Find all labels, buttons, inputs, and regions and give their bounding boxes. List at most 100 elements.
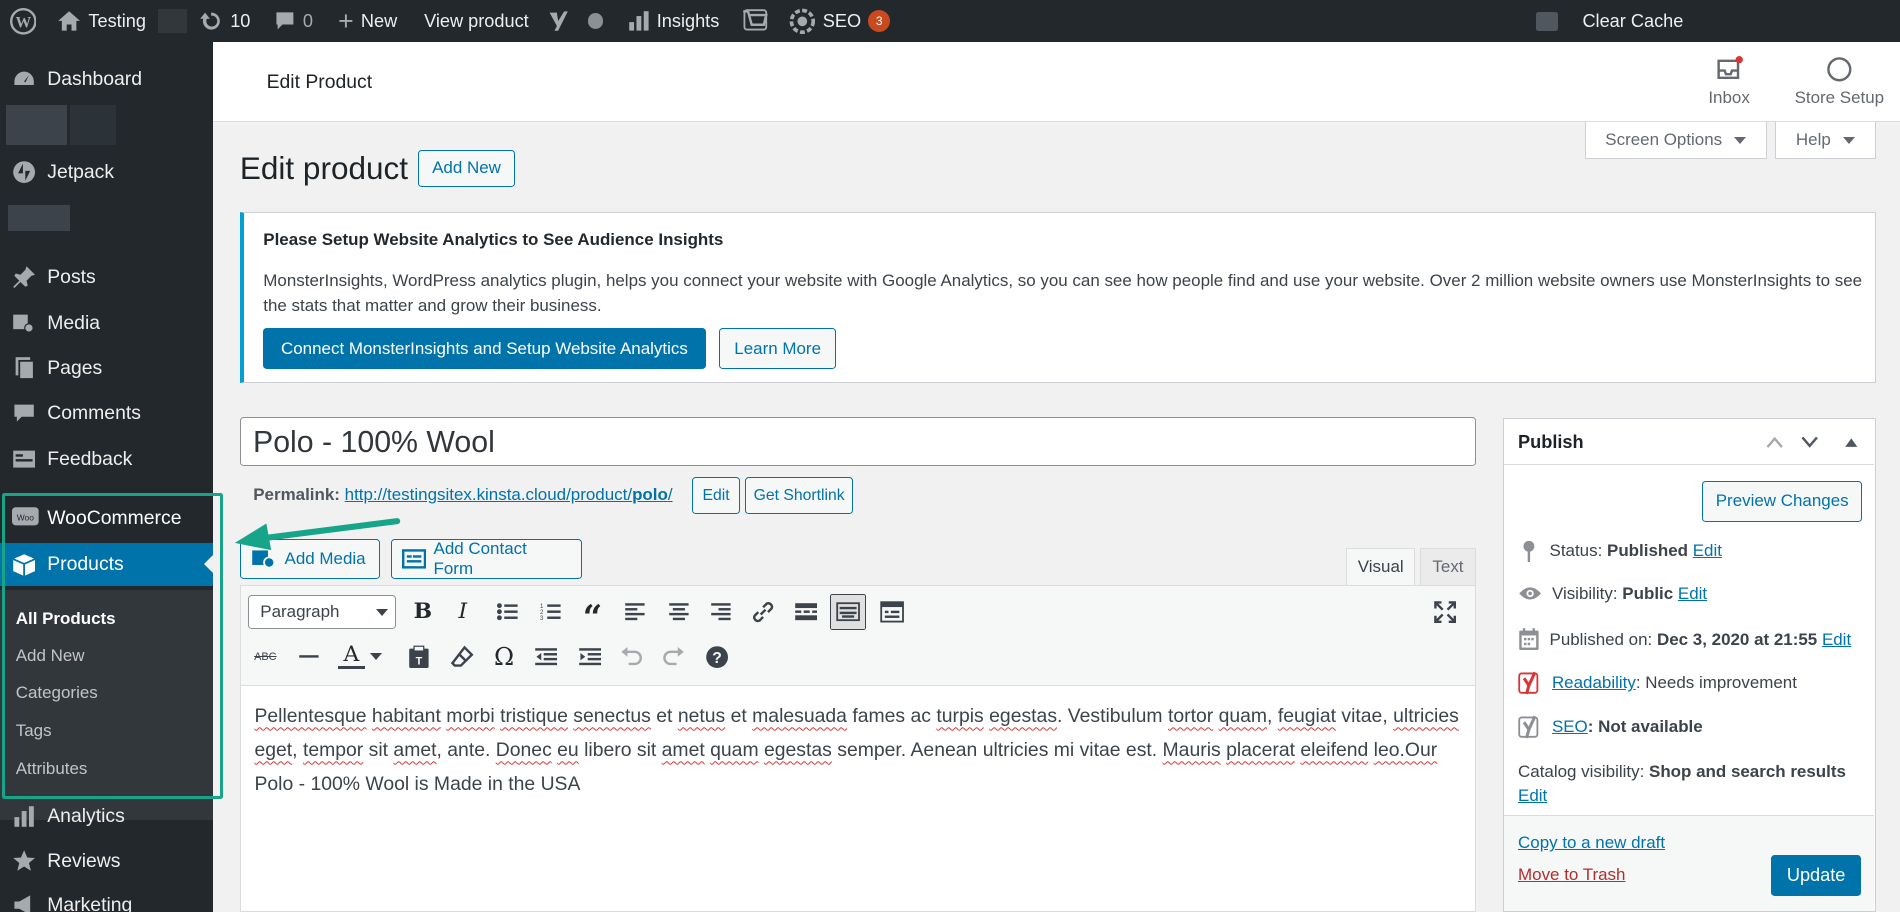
published-value: Dec 3, 2020 at 21:55	[1656, 629, 1818, 649]
numbered-list-button[interactable]: 123	[538, 599, 565, 626]
inbox-button[interactable]: Inbox	[1698, 55, 1761, 109]
editor-content[interactable]: Pellentesque habitant morbi tristique se…	[254, 700, 1460, 802]
insert-link-button[interactable]	[750, 599, 777, 626]
publish-actions: Copy to a new draft Move to Trash Update	[1503, 815, 1875, 911]
bulleted-list-button[interactable]	[494, 599, 521, 626]
pages-icon	[12, 356, 36, 381]
fullscreen-button[interactable]	[1432, 599, 1459, 626]
published-on-row: Published on: Dec 3, 2020 at 21:55 Edit	[1518, 627, 1851, 651]
bulleted-list-icon	[496, 603, 518, 621]
learn-more-button[interactable]: Learn More	[718, 328, 837, 370]
clear-cache-link[interactable]: Clear Cache	[1536, 0, 1683, 42]
edit-visibility-link[interactable]: Edit	[1678, 584, 1707, 603]
outdent-button[interactable]	[533, 643, 560, 670]
align-center-button[interactable]	[665, 599, 692, 626]
analytics-notice: Please Setup Website Analytics to See Au…	[239, 212, 1876, 383]
edit-catalog-link[interactable]: Edit	[1518, 786, 1547, 805]
sidebar-item-reviews[interactable]: Reviews	[0, 840, 213, 884]
add-contact-form-label: Add Contact Form	[433, 539, 527, 579]
misspelled-word: amet	[661, 739, 705, 762]
woo-cart-link[interactable]	[742, 0, 769, 42]
seo-menu[interactable]: SEO 3	[789, 0, 891, 42]
store-setup-button[interactable]: Store Setup	[1785, 56, 1894, 109]
copy-draft-link[interactable]: Copy to a new draft	[1518, 833, 1665, 853]
add-new-button[interactable]: Add New	[418, 150, 515, 187]
sidebar-item-feedback[interactable]: Feedback	[0, 437, 213, 481]
indent-button[interactable]	[577, 643, 604, 670]
keyboard-shortcuts-button[interactable]: ?	[704, 643, 731, 670]
yoast-menu[interactable]	[546, 0, 604, 42]
update-button[interactable]: Update	[1771, 855, 1861, 897]
add-contact-form-button[interactable]: Add Contact Form	[391, 539, 582, 580]
screen-options-button[interactable]: Screen Options	[1584, 122, 1767, 159]
new-content-link[interactable]: + New	[338, 0, 397, 42]
help-button[interactable]: Help	[1775, 122, 1876, 159]
seo-link[interactable]: SEO	[1552, 717, 1588, 736]
sidebar-item-analytics[interactable]: Analytics	[0, 795, 213, 839]
undo-button[interactable]	[618, 643, 645, 670]
tab-visual[interactable]: Visual	[1346, 547, 1416, 586]
preview-changes-button[interactable]: Preview Changes	[1702, 480, 1863, 522]
toolbar-toggle-button[interactable]	[830, 593, 867, 631]
edit-permalink-button[interactable]: Edit	[691, 477, 741, 514]
italic-button[interactable]: I	[450, 599, 477, 626]
bold-button[interactable]: B	[410, 599, 437, 626]
sidebar-item-marketing[interactable]: Marketing	[0, 883, 213, 912]
strikethrough-button[interactable]: ABC	[252, 643, 279, 670]
move-to-trash-link[interactable]: Move to Trash	[1518, 865, 1625, 885]
clear-cache-label: Clear Cache	[1582, 10, 1684, 31]
read-more-button[interactable]	[792, 599, 819, 626]
sidebar-item-posts[interactable]: Posts	[0, 256, 213, 300]
sidebar-item-jetpack[interactable]: Jetpack	[0, 150, 213, 194]
wordpress-logo-icon[interactable]: W	[9, 0, 37, 42]
link-icon	[753, 601, 774, 622]
fullscreen-icon	[1434, 600, 1457, 623]
form-icon	[879, 601, 904, 623]
redo-button[interactable]	[660, 643, 687, 670]
chevron-up-icon[interactable]	[1765, 435, 1784, 450]
comments-count: 0	[302, 10, 314, 31]
comments-link[interactable]: 0	[274, 0, 313, 42]
text-color-button[interactable]: A	[338, 642, 365, 669]
view-product-link[interactable]: View product	[424, 0, 529, 42]
read-more-icon	[794, 603, 817, 621]
permalink-url[interactable]: http://testingsitex.kinsta.cloud/product…	[345, 485, 673, 504]
clear-formatting-button[interactable]	[448, 643, 475, 670]
published-label: Published on:	[1549, 629, 1653, 649]
content-text: libero sit	[584, 739, 657, 762]
edit-date-link[interactable]: Edit	[1822, 630, 1851, 649]
content-text: , ante.	[436, 739, 491, 762]
view-product-label: View product	[424, 10, 529, 31]
chevron-down-icon[interactable]	[1800, 435, 1819, 450]
horizontal-line-button[interactable]	[296, 643, 323, 670]
eraser-icon	[450, 645, 474, 667]
product-title-input[interactable]: Polo - 100% Wool	[239, 416, 1476, 467]
tab-text[interactable]: Text	[1420, 547, 1476, 586]
caret-down-icon	[1734, 136, 1747, 144]
jetpack-icon	[12, 160, 36, 184]
content-text: mi vitae est.	[1053, 739, 1158, 762]
site-name-link[interactable]: Testing	[57, 0, 188, 42]
form-embed-button[interactable]	[878, 599, 905, 626]
readability-link[interactable]: Readability	[1552, 673, 1636, 692]
get-shortlink-button[interactable]: Get Shortlink	[745, 477, 854, 514]
updates-link[interactable]: 10	[199, 0, 250, 42]
align-right-button[interactable]	[708, 599, 735, 626]
sidebar-item-pages[interactable]: Pages	[0, 347, 213, 391]
special-character-button[interactable]: Ω	[491, 643, 518, 671]
edit-status-link[interactable]: Edit	[1693, 541, 1722, 560]
text-color-dropdown[interactable]	[368, 643, 383, 670]
readability-row: Readability: Needs improvement	[1518, 671, 1797, 695]
sidebar-item-comments[interactable]: Comments	[0, 391, 213, 435]
paste-as-text-button[interactable]: T	[406, 643, 433, 670]
format-select[interactable]: Paragraph	[248, 594, 397, 629]
sidebar-item-dashboard[interactable]: Dashboard	[0, 58, 213, 102]
sidebar-item-media[interactable]: Media	[0, 302, 213, 346]
blockquote-button[interactable]: “	[579, 599, 606, 634]
connect-analytics-button[interactable]: Connect MonsterInsights and Setup Websit…	[263, 328, 706, 370]
collapse-toggle-icon[interactable]	[1844, 436, 1859, 448]
insights-link[interactable]: Insights	[628, 0, 719, 42]
clipboard-icon: T	[409, 645, 429, 668]
sidebar-item-label: Pages	[47, 356, 103, 379]
align-left-button[interactable]	[622, 599, 649, 626]
